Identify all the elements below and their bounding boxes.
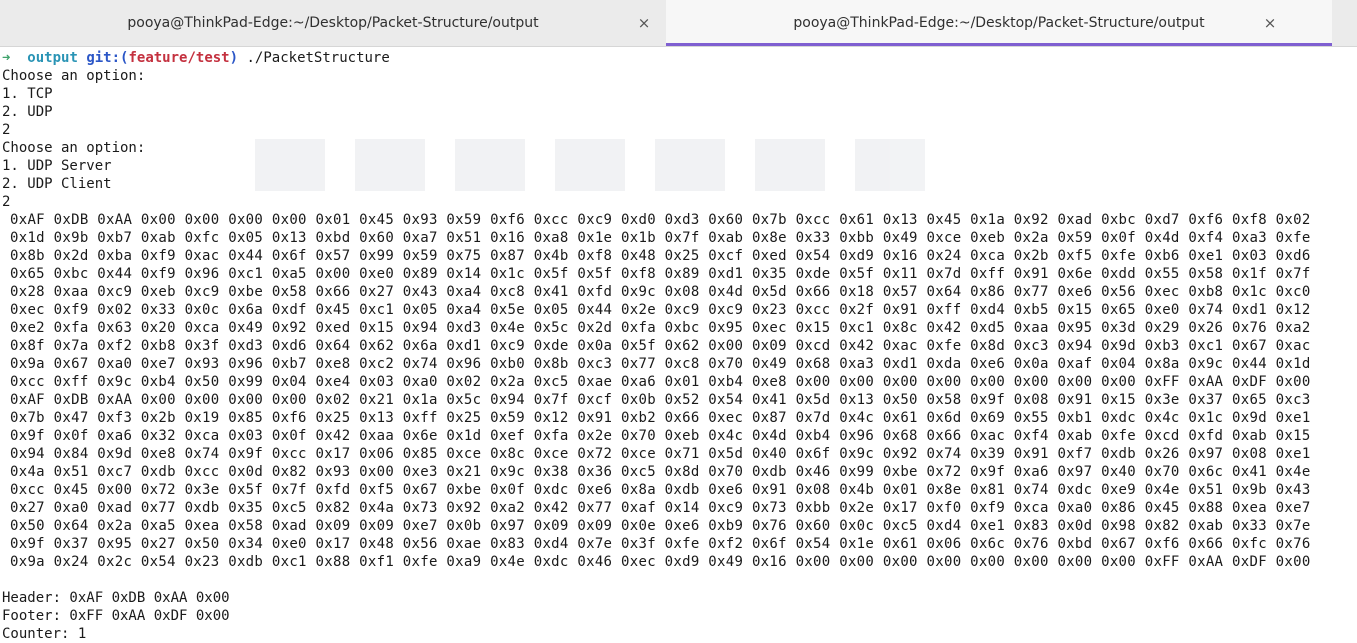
menu2-option-2: 2. UDP Client <box>2 176 112 192</box>
close-icon[interactable]: × <box>1260 13 1280 33</box>
hex-row: 0x28 0xaa 0xc9 0xeb 0xc9 0xbe 0x58 0x66 … <box>10 284 1311 300</box>
tab-bar: pooya@ThinkPad-Edge:~/Desktop/Packet-Str… <box>0 0 1357 47</box>
menu2-title: Choose an option: <box>2 140 146 156</box>
tab-title: pooya@ThinkPad-Edge:~/Desktop/Packet-Str… <box>127 15 539 31</box>
menu1-option-1: 1. TCP <box>2 86 53 102</box>
menu2-input: 2 <box>2 194 11 210</box>
prompt-command: ./PacketStructure <box>246 50 390 66</box>
hex-row: 0xAF 0xDB 0xAA 0x00 0x00 0x00 0x00 0x01 … <box>10 212 1311 228</box>
footer-summary: Footer: 0xFF 0xAA 0xDF 0x00 <box>2 608 230 624</box>
prompt-arrow-icon: ➜ <box>2 50 11 66</box>
hex-row: 0x94 0x84 0x9d 0xe8 0x74 0x9f 0xcc 0x17 … <box>10 446 1311 462</box>
hex-row: 0xe2 0xfa 0x63 0x20 0xca 0x49 0x92 0xed … <box>10 320 1311 336</box>
prompt-branch: feature/test <box>128 50 230 66</box>
hex-row: 0x9f 0x0f 0xa6 0x32 0xca 0x03 0x0f 0x42 … <box>10 428 1311 444</box>
hex-row: 0x50 0x64 0x2a 0xa5 0xea 0x58 0xad 0x09 … <box>10 518 1311 534</box>
menu1-title: Choose an option: <box>2 68 146 84</box>
hex-row: 0xAF 0xDB 0xAA 0x00 0x00 0x00 0x00 0x02 … <box>10 392 1311 408</box>
hex-row: 0x65 0xbc 0x44 0xf9 0x96 0xc1 0xa5 0x00 … <box>10 266 1311 282</box>
hex-row: 0x27 0xa0 0xad 0x77 0xdb 0x35 0xc5 0x82 … <box>10 500 1311 516</box>
menu2-option-1: 1. UDP Server <box>2 158 112 174</box>
tab-terminal-1[interactable]: pooya@ThinkPad-Edge:~/Desktop/Packet-Str… <box>0 0 666 46</box>
terminal-output[interactable]: ➜ output git:(feature/test) ./PacketStru… <box>0 49 1357 642</box>
prompt-line: ➜ output git:(feature/test) ./PacketStru… <box>2 49 390 67</box>
hex-row: 0xcc 0x45 0x00 0x72 0x3e 0x5f 0x7f 0xfd … <box>10 482 1311 498</box>
prompt-directory: output <box>27 50 78 66</box>
hex-row: 0xec 0xf9 0x02 0x33 0x0c 0x6a 0xdf 0x45 … <box>10 302 1311 318</box>
menu1-input: 2 <box>2 122 11 138</box>
hex-row: 0x8b 0x2d 0xba 0xf9 0xac 0x44 0x6f 0x57 … <box>10 248 1311 264</box>
hex-row: 0x1d 0x9b 0xb7 0xab 0xfc 0x05 0x13 0xbd … <box>10 230 1311 246</box>
prompt-git-close: ) <box>229 50 239 66</box>
hex-row: 0xcc 0xff 0x9c 0xb4 0x50 0x99 0x04 0xe4 … <box>10 374 1311 390</box>
hex-row: 0x8f 0x7a 0xf2 0xb8 0x3f 0xd3 0xd6 0x64 … <box>10 338 1311 354</box>
header-summary: Header: 0xAF 0xDB 0xAA 0x00 <box>2 590 230 606</box>
close-icon[interactable]: × <box>634 13 654 33</box>
hex-row: 0x4a 0x51 0xc7 0xdb 0xcc 0x0d 0x82 0x93 … <box>10 464 1311 480</box>
hex-row: 0x9a 0x24 0x2c 0x54 0x23 0xdb 0xc1 0x88 … <box>10 554 1311 570</box>
counter-summary: Counter: 1 <box>2 626 87 642</box>
hex-row: 0x9f 0x37 0x95 0x27 0x50 0x34 0xe0 0x17 … <box>10 536 1311 552</box>
hex-row: 0x9a 0x67 0xa0 0xe7 0x93 0x96 0xb7 0xe8 … <box>10 356 1311 372</box>
tab-title: pooya@ThinkPad-Edge:~/Desktop/Packet-Str… <box>793 15 1205 31</box>
menu1-option-2: 2. UDP <box>2 104 53 120</box>
prompt-git-label: git:( <box>86 50 129 66</box>
tab-terminal-2[interactable]: pooya@ThinkPad-Edge:~/Desktop/Packet-Str… <box>666 0 1332 46</box>
hex-row: 0x7b 0x47 0xf3 0x2b 0x19 0x85 0xf6 0x25 … <box>10 410 1311 426</box>
